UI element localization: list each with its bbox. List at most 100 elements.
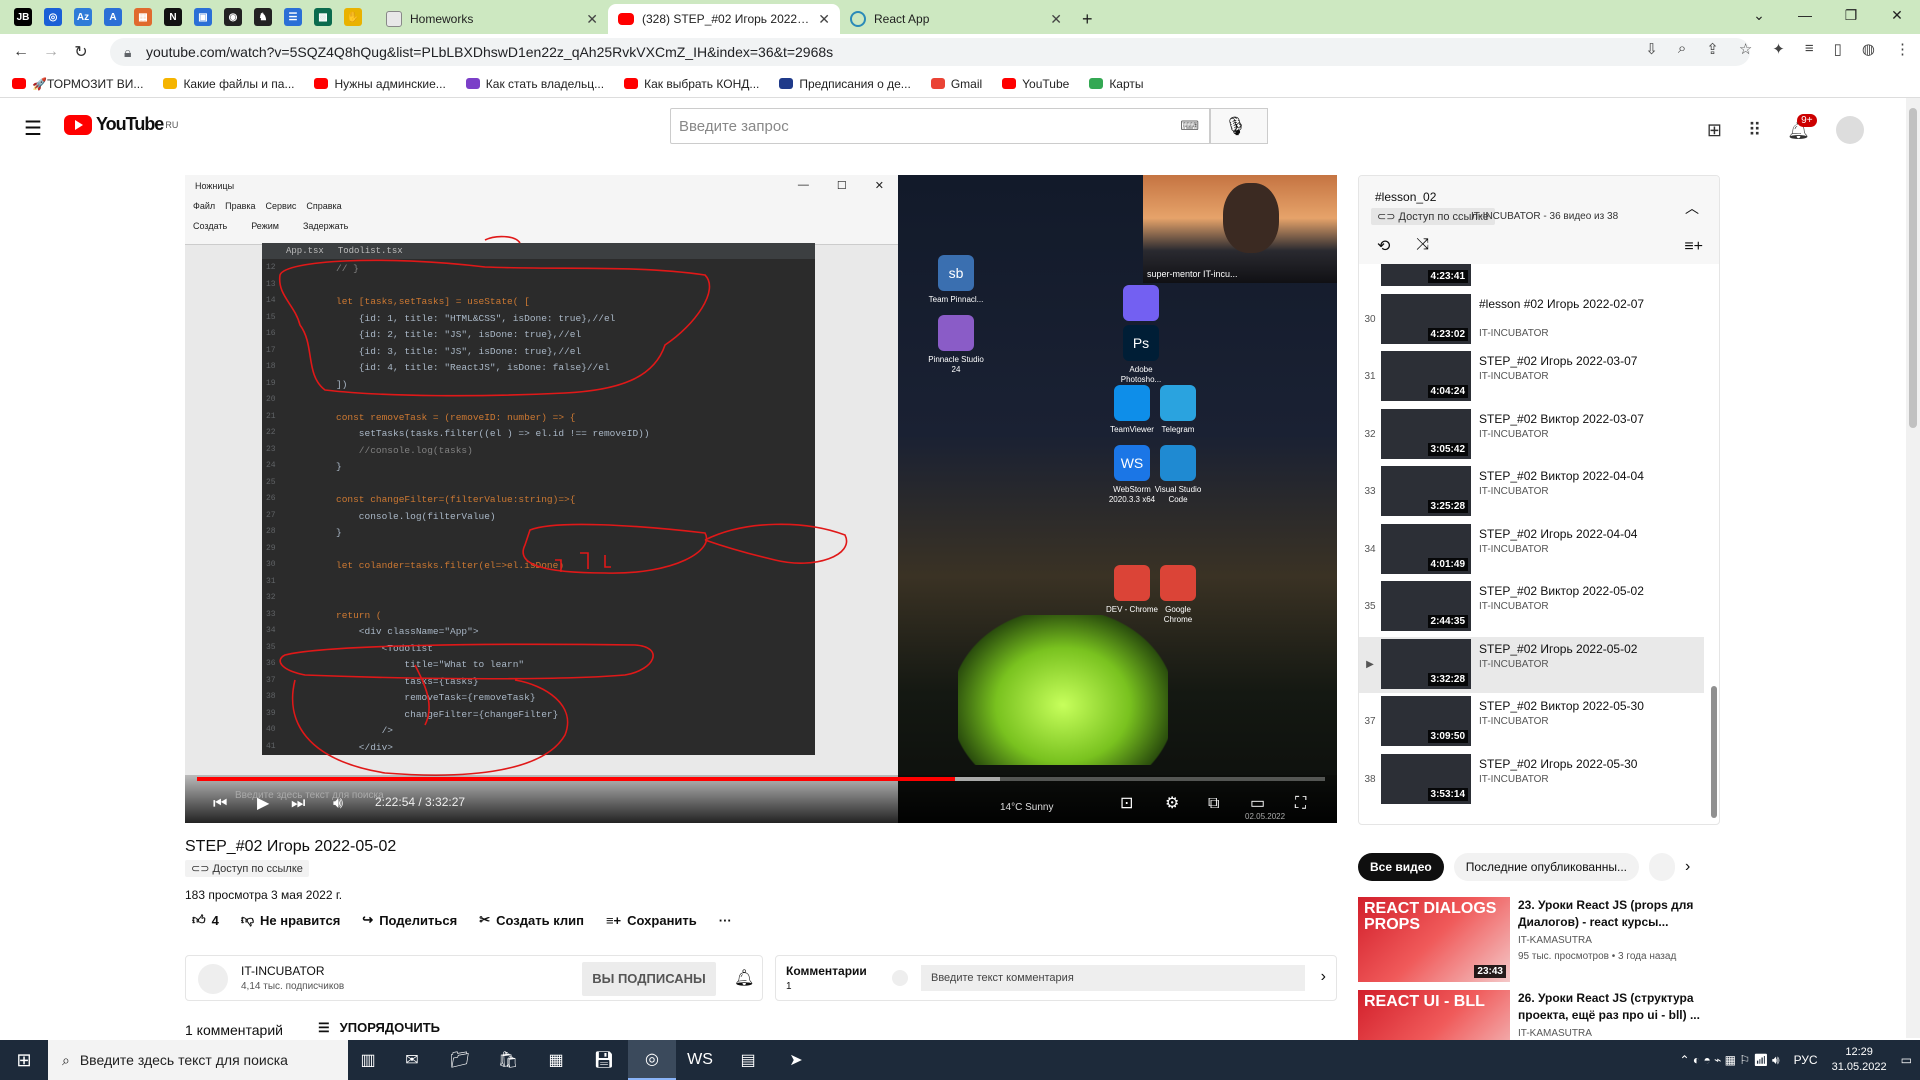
- video-thumbnail[interactable]: 3:25:28: [1381, 466, 1471, 516]
- taskbar-search[interactable]: ⌕ Введите здесь текст для поиска: [48, 1040, 348, 1080]
- new-tab-button[interactable]: +: [1072, 4, 1112, 34]
- video-thumbnail[interactable]: 3:32:28: [1381, 638, 1471, 689]
- pinned-tab-icon[interactable]: ▦: [134, 8, 152, 26]
- tab-search-icon[interactable]: ⌄: [1736, 0, 1782, 30]
- video-player[interactable]: Ножницы — ☐ ✕ Файл Правка Сервис Справка Созд…: [185, 175, 1337, 823]
- store-icon[interactable]: 🛍︎: [484, 1040, 532, 1080]
- search-input[interactable]: Введите запрос ⌨: [670, 108, 1210, 144]
- video-thumbnail[interactable]: 3:09:50: [1381, 696, 1471, 746]
- share-button[interactable]: ↪ Поделиться: [362, 912, 457, 928]
- more-button[interactable]: ···: [719, 913, 732, 928]
- tray-icons[interactable]: ⌃ ◐ ◓ ⌁ ▦ ⚐ 📶︎ 🔊︎: [1680, 1053, 1780, 1068]
- pinned-tab-icon[interactable]: ◎: [44, 8, 62, 26]
- related-video[interactable]: REACT DIALOGS PROPS 23:43 23. Уроки Reac…: [1358, 897, 1703, 985]
- bookmark-item[interactable]: Карты: [1089, 77, 1144, 91]
- subtitles-icon[interactable]: ⊡: [1120, 793, 1133, 813]
- shuffle-icon[interactable]: ⤨: [1416, 236, 1429, 256]
- media-icon[interactable]: ≡: [1805, 40, 1814, 58]
- miniplayer-icon[interactable]: ⧉: [1208, 795, 1219, 813]
- video-thumbnail[interactable]: 4:01:49: [1381, 523, 1471, 574]
- clock[interactable]: 12:29 31.05.2022: [1832, 1045, 1887, 1075]
- save-button[interactable]: ≡+ Сохранить: [606, 913, 697, 928]
- add-to-queue-icon[interactable]: ≡+: [1684, 238, 1703, 256]
- tab-youtube[interactable]: (328) STEP_#02 Игорь 2022-05-0 ✕: [608, 4, 840, 34]
- pinned-tab-icon[interactable]: ✋: [344, 8, 362, 26]
- bookmark-item[interactable]: Как выбрать КОНД...: [624, 77, 759, 91]
- pinned-tab-icon[interactable]: N: [164, 8, 182, 26]
- loop-icon[interactable]: ⟲: [1377, 236, 1390, 256]
- close-tab-icon[interactable]: ✕: [1050, 11, 1062, 28]
- chip-all-videos[interactable]: Все видео: [1358, 853, 1444, 881]
- playlist-item[interactable]: 30 4:23:02 #lesson #02 Игорь 2022-02-07 IT-…: [1359, 292, 1704, 348]
- playlist-item[interactable]: ▶ 3:32:28 STEP_#02 Игорь 2022-05-02 IT-INCU…: [1359, 636, 1704, 693]
- playlist-item[interactable]: 37 3:09:50 STEP_#02 Виктор 2022-05-30 IT-IN…: [1359, 694, 1704, 750]
- notifications-icon[interactable]: 🔔︎ 9+: [1787, 113, 1817, 141]
- mic-icon[interactable]: 🎙︎: [1224, 116, 1251, 137]
- video-thumbnail[interactable]: 4:04:24: [1381, 351, 1471, 401]
- bookmark-item[interactable]: Как стать владельц...: [465, 77, 604, 91]
- video-thumbnail[interactable]: 3:05:42: [1381, 408, 1471, 459]
- url-bar[interactable]: 🔒︎ youtube.com/watch?v=5SQZ4Q8hQug&list=…: [110, 38, 1750, 66]
- video-thumbnail[interactable]: REACT DIALOGS PROPS 23:43: [1358, 897, 1510, 982]
- playlist-title[interactable]: #lesson_02: [1375, 190, 1436, 204]
- playlist-item[interactable]: 38 3:53:14 STEP_#02 Игорь 2022-05-30 IT-INC…: [1359, 752, 1704, 808]
- windows-start-icon[interactable]: ⊞: [0, 1050, 48, 1071]
- tab-react-app[interactable]: React App ✕: [840, 4, 1072, 34]
- chevron-right-icon[interactable]: ›: [1685, 858, 1690, 876]
- language-indicator[interactable]: РУС: [1794, 1053, 1818, 1067]
- bell-icon[interactable]: 🔔︎: [734, 968, 754, 988]
- maximize-icon[interactable]: ❐: [1828, 0, 1874, 30]
- pinned-tab-icon[interactable]: Az: [74, 8, 92, 26]
- pinned-tab-icon[interactable]: JB: [14, 8, 32, 26]
- reload-icon[interactable]: ↻: [66, 42, 96, 62]
- taskview-icon[interactable]: ▥: [348, 1040, 388, 1080]
- video-thumbnail[interactable]: REACT UI - BLL: [1358, 990, 1510, 1040]
- like-button[interactable]: 👍︎ 4: [192, 912, 219, 928]
- settings-icon[interactable]: ⚙: [1165, 793, 1179, 813]
- pinned-tab-icon[interactable]: ♞: [254, 8, 272, 26]
- progress-bar[interactable]: [197, 777, 1325, 781]
- youtube-logo[interactable]: YouTube RU: [64, 114, 178, 135]
- avatar[interactable]: [1836, 116, 1864, 144]
- share-icon[interactable]: ⇪: [1706, 40, 1719, 58]
- theater-icon[interactable]: ▭: [1250, 793, 1265, 813]
- playlist-item[interactable]: 32 3:05:42 STEP_#02 Виктор 2022-03-07 IT-IN…: [1359, 407, 1704, 463]
- mail-icon[interactable]: ✉: [388, 1040, 436, 1080]
- page-scrollbar[interactable]: [1906, 98, 1920, 1038]
- bookmark-item[interactable]: Предписания о де...: [779, 77, 911, 91]
- chevron-up-icon[interactable]: ︿: [1685, 198, 1699, 218]
- document-icon[interactable]: ▤: [724, 1040, 772, 1080]
- video-thumbnail[interactable]: 4:23:41: [1381, 264, 1471, 286]
- install-icon[interactable]: ⇩: [1645, 40, 1658, 58]
- floppy-icon[interactable]: 💾︎: [580, 1040, 628, 1080]
- webstorm-icon[interactable]: WS: [676, 1040, 724, 1080]
- playlist-item[interactable]: 33 3:25:28 STEP_#02 Виктор 2022-04-04 IT-IN…: [1359, 464, 1704, 520]
- extensions-icon[interactable]: ✦: [1772, 40, 1785, 58]
- playlist-item[interactable]: 34 4:01:49 STEP_#02 Игорь 2022-04-04 IT-INC…: [1359, 522, 1704, 578]
- subscribed-button[interactable]: ВЫ ПОДПИСАНЫ: [582, 962, 716, 996]
- playlist-item[interactable]: 294:23:41IT-INCUBATOR: [1359, 264, 1704, 290]
- sort-button[interactable]: ☰ УПОРЯДОЧИТЬ: [318, 1020, 440, 1036]
- tab-homeworks[interactable]: Homeworks ✕: [376, 4, 608, 34]
- related-video[interactable]: REACT UI - BLL 26. Уроки React JS (струк…: [1358, 990, 1703, 1040]
- bookmark-item[interactable]: Gmail: [930, 77, 982, 91]
- fullscreen-icon[interactable]: ⛶: [1295, 795, 1306, 813]
- pinned-tab-icon[interactable]: ▩: [314, 8, 332, 26]
- video-thumbnail[interactable]: 2:44:35: [1381, 581, 1471, 631]
- close-window-icon[interactable]: ✕: [1874, 0, 1920, 30]
- volume-icon[interactable]: 🔊︎: [333, 795, 343, 813]
- playlist-item[interactable]: 35 2:44:35 STEP_#02 Виктор 2022-05-02 IT-IN…: [1359, 579, 1704, 635]
- comment-input[interactable]: Введите текст комментария: [921, 965, 1305, 991]
- pinned-tab-icon[interactable]: A: [104, 8, 122, 26]
- bookmark-item[interactable]: Нужны админские...: [314, 77, 446, 91]
- apps-icon[interactable]: ⠿: [1748, 120, 1761, 141]
- playlist-scrollbar[interactable]: [1711, 686, 1717, 818]
- sidepanel-icon[interactable]: ▯: [1834, 40, 1842, 58]
- notification-center-icon[interactable]: ▭: [1901, 1053, 1912, 1067]
- back-icon[interactable]: ←: [6, 43, 36, 61]
- calculator-icon[interactable]: ▦: [532, 1040, 580, 1080]
- clip-button[interactable]: ✂ Создать клип: [479, 912, 584, 928]
- bookmark-item[interactable]: Какие файлы и па...: [163, 77, 294, 91]
- chevron-right-icon[interactable]: ›: [1321, 968, 1326, 986]
- next-icon[interactable]: ⏭: [291, 795, 305, 813]
